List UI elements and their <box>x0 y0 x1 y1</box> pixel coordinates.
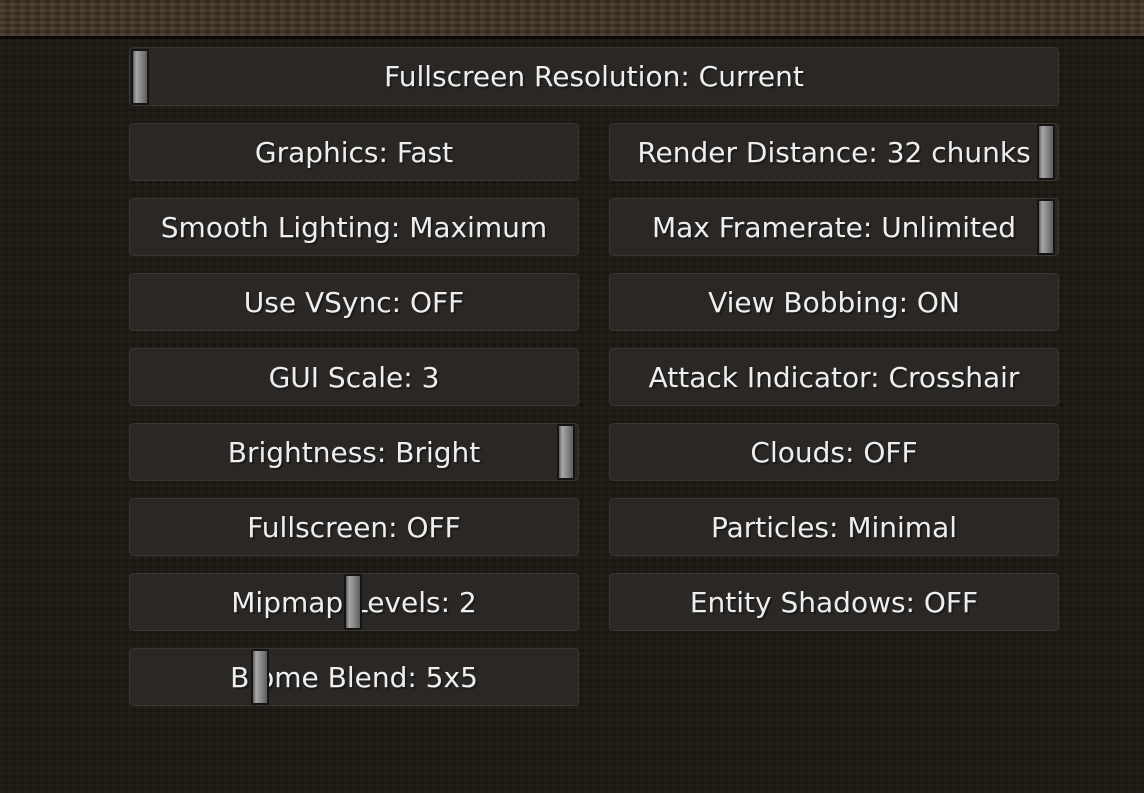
fullscreen-button[interactable]: Fullscreen: OFF <box>129 498 579 556</box>
fullscreen-resolution-label: Fullscreen Resolution: Current <box>384 60 804 93</box>
smooth-lighting-label: Smooth Lighting: Maximum <box>160 210 548 244</box>
slider-knob[interactable] <box>344 574 362 630</box>
attack-indicator-label: Attack Indicator: Crosshair <box>648 360 1020 394</box>
entity-shadows-label: Entity Shadows: OFF <box>689 585 979 619</box>
brightness-label: Brightness: Bright <box>227 435 481 469</box>
biome-blend-slider[interactable]: Biome Blend: 5x5 <box>129 648 579 706</box>
slider-knob[interactable] <box>251 649 269 705</box>
max-framerate-label: Max Framerate: Unlimited <box>651 210 1017 244</box>
particles-label: Particles: Minimal <box>710 510 958 544</box>
slider-knob[interactable] <box>557 424 575 480</box>
brightness-slider[interactable]: Brightness: Bright <box>129 423 579 481</box>
render-distance-slider[interactable]: Render Distance: 32 chunks <box>609 123 1059 181</box>
entity-shadows-button[interactable]: Entity Shadows: OFF <box>609 573 1059 631</box>
slider-knob[interactable] <box>1037 199 1055 255</box>
attack-indicator-button[interactable]: Attack Indicator: Crosshair <box>609 348 1059 406</box>
graphics-button[interactable]: Graphics: Fast <box>129 123 579 181</box>
particles-button[interactable]: Particles: Minimal <box>609 498 1059 556</box>
fullscreen-label: Fullscreen: OFF <box>247 510 461 544</box>
render-distance-label: Render Distance: 32 chunks <box>637 135 1031 169</box>
view-bobbing-label: View Bobbing: ON <box>708 285 960 319</box>
slider-knob[interactable] <box>1037 124 1055 180</box>
max-framerate-slider[interactable]: Max Framerate: Unlimited <box>609 198 1059 256</box>
use-vsync-label: Use VSync: OFF <box>243 285 465 319</box>
gui-scale-button[interactable]: GUI Scale: 3 <box>129 348 579 406</box>
mipmap-levels-slider[interactable]: Mipmap Levels: 2 <box>129 573 579 631</box>
top-dirt-band <box>0 0 1144 39</box>
view-bobbing-button[interactable]: View Bobbing: ON <box>609 273 1059 331</box>
clouds-label: Clouds: OFF <box>750 435 918 469</box>
gui-scale-label: GUI Scale: 3 <box>268 360 440 394</box>
fullscreen-resolution-slider[interactable]: Fullscreen Resolution: Current <box>129 47 1059 106</box>
clouds-button[interactable]: Clouds: OFF <box>609 423 1059 481</box>
graphics-label: Graphics: Fast <box>254 135 454 169</box>
smooth-lighting-button[interactable]: Smooth Lighting: Maximum <box>129 198 579 256</box>
slider-knob[interactable] <box>131 49 149 105</box>
use-vsync-button[interactable]: Use VSync: OFF <box>129 273 579 331</box>
